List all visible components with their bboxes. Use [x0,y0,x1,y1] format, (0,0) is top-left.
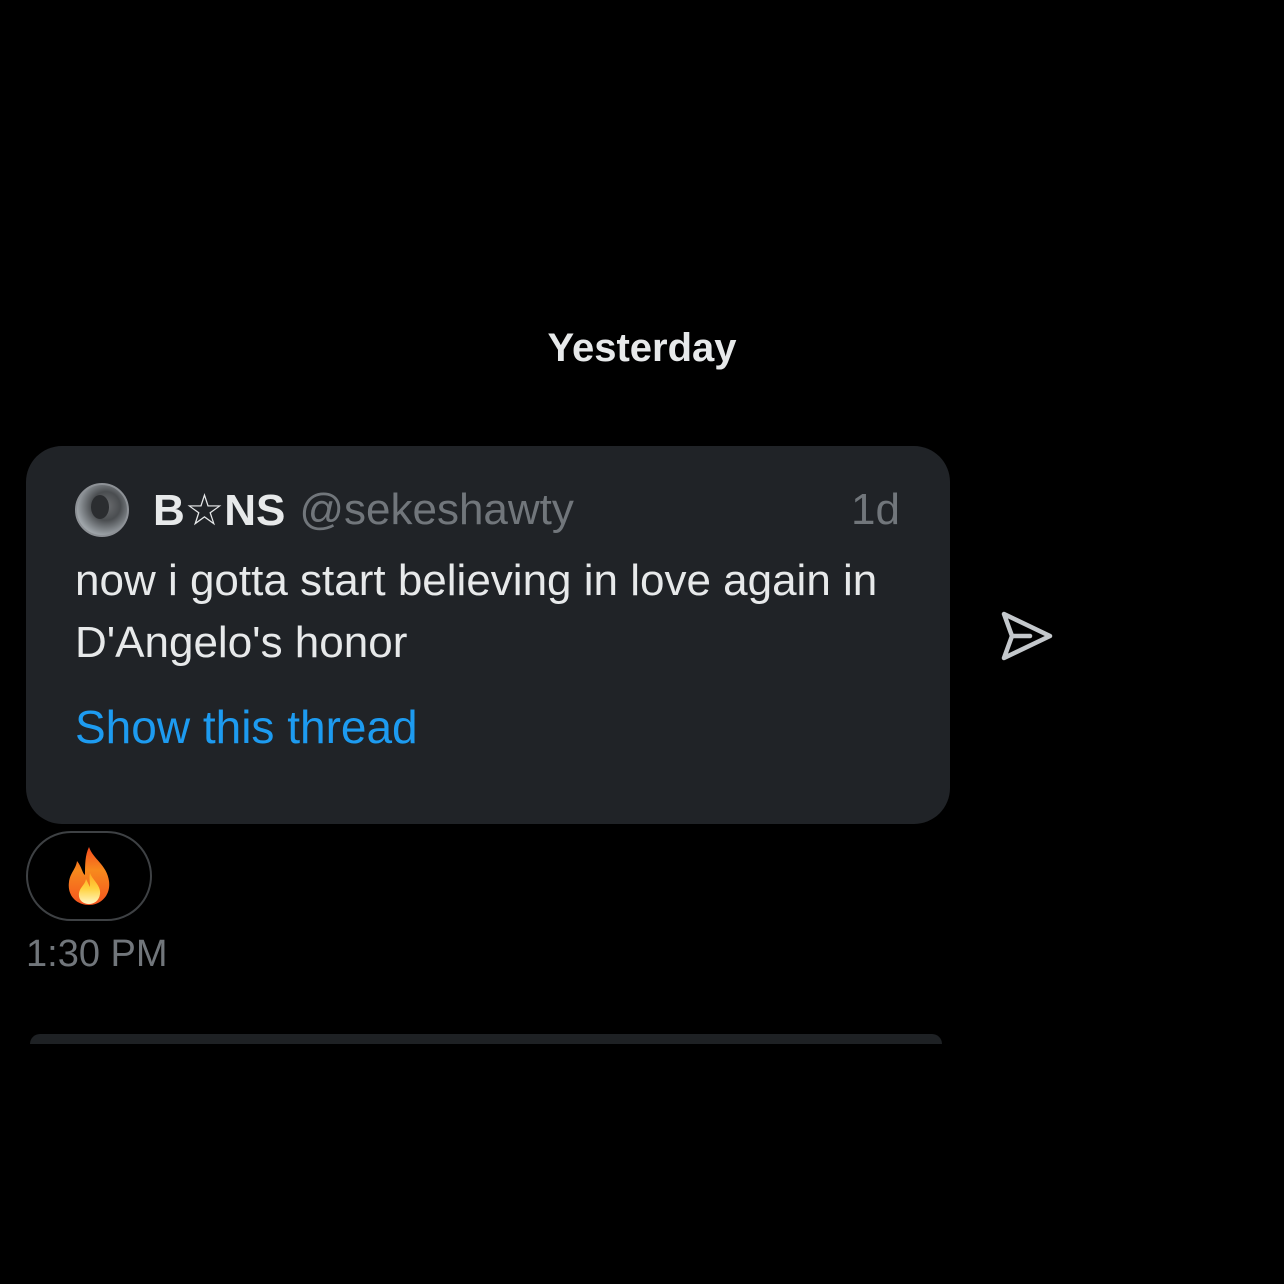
user-handle[interactable]: @sekeshawty [299,485,574,535]
tweet-header: B☆NS @sekeshawty 1d [75,482,900,538]
tweet-timestamp: 1d [851,485,900,534]
show-thread-link[interactable]: Show this thread [75,700,418,754]
fire-emoji-icon [68,847,110,905]
display-name[interactable]: B☆NS [153,485,285,536]
reaction-pill[interactable] [26,831,152,921]
share-button[interactable] [996,608,1056,664]
tweet-text: now i gotta start believing in love agai… [75,556,878,667]
send-icon [1001,611,1053,661]
date-divider: Yesterday [547,326,737,370]
avatar[interactable] [75,483,129,537]
next-message-bubble[interactable] [30,1034,942,1044]
message-time: 1:30 PM [26,933,168,975]
shared-tweet-card[interactable]: B☆NS @sekeshawty 1d now i gotta start be… [26,446,950,824]
